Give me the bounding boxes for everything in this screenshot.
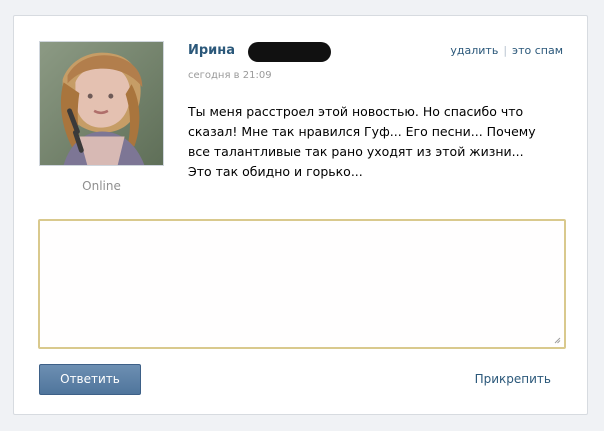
message-text: Ты меня расстроел этой новостью. Но спас…: [188, 104, 536, 179]
comment-actions: удалить | это спам: [450, 44, 563, 57]
attach-link[interactable]: Прикрепить: [475, 372, 551, 386]
avatar[interactable]: [39, 41, 164, 166]
reply-field[interactable]: [38, 219, 566, 349]
resize-handle-icon[interactable]: [553, 336, 561, 344]
reply-input[interactable]: [40, 221, 564, 347]
avatar-image: [40, 42, 163, 165]
timestamp: сегодня в 21:09: [188, 70, 272, 81]
redacted-surname: [248, 42, 331, 62]
delete-link[interactable]: удалить: [450, 44, 498, 57]
online-status: Online: [82, 179, 121, 193]
reply-button[interactable]: Ответить: [39, 364, 141, 395]
author-name[interactable]: Ирина: [188, 43, 235, 58]
comment-card: Online Ирина сегодня в 21:09 удалить | это…: [13, 15, 588, 415]
spam-link[interactable]: это спам: [512, 44, 563, 57]
action-separator: |: [503, 44, 508, 57]
